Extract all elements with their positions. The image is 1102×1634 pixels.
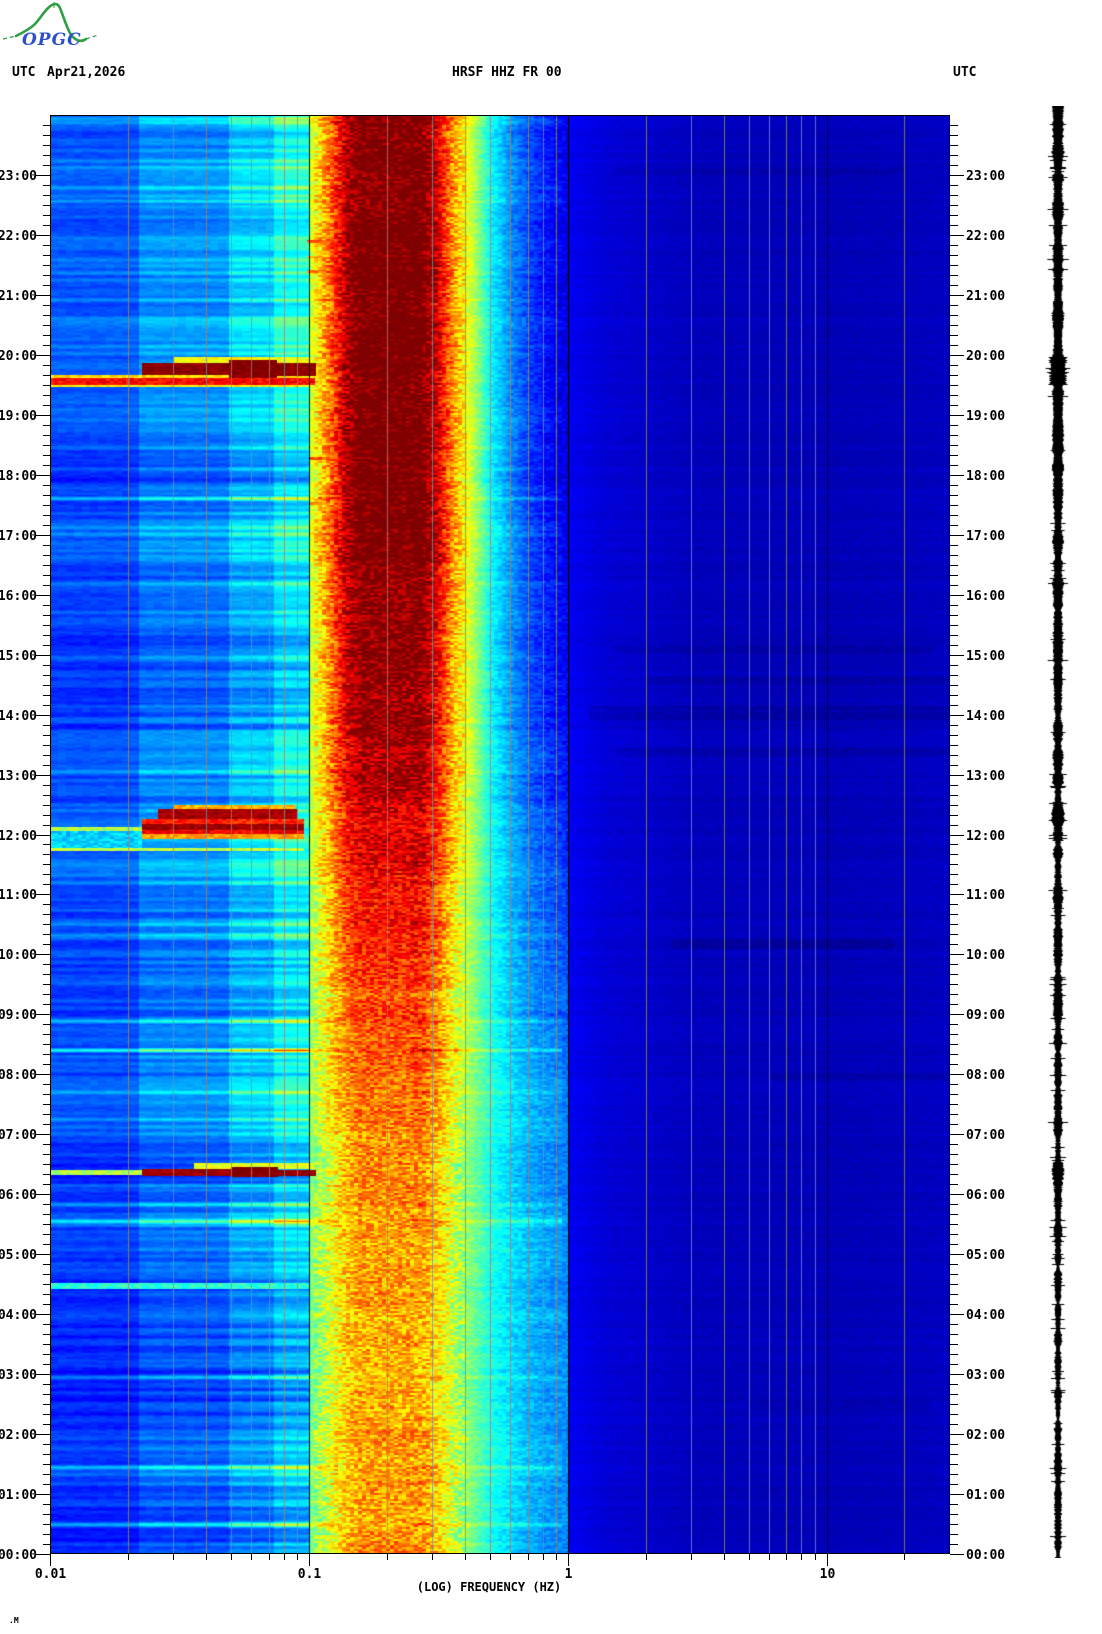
hour-label-right: 16:00	[966, 589, 1005, 604]
hour-label-left: 06:00	[0, 1188, 37, 1203]
hour-label-left: 01:00	[0, 1488, 37, 1503]
hour-label-right: 18:00	[966, 469, 1005, 484]
hour-label-right: 10:00	[966, 948, 1005, 963]
hour-label-right: 20:00	[966, 349, 1005, 364]
hour-label-right: 04:00	[966, 1308, 1005, 1323]
hour-label-left: 22:00	[0, 229, 37, 244]
hour-label-left: 12:00	[0, 829, 37, 844]
spectrogram-heatmap	[50, 115, 950, 1554]
hour-label-left: 11:00	[0, 888, 37, 903]
hour-label-right: 22:00	[966, 229, 1005, 244]
opgc-logo: OPGC	[2, 2, 99, 50]
hour-label-right: 05:00	[966, 1248, 1005, 1263]
opgc-logo-text: OPGC	[22, 30, 82, 50]
hour-label-right: 13:00	[966, 769, 1005, 784]
hour-label-right: 15:00	[966, 649, 1005, 664]
hour-label-left: 19:00	[0, 409, 37, 424]
hour-label-right: 21:00	[966, 289, 1005, 304]
hour-label-left: 23:00	[0, 169, 37, 184]
page: OPGC UTC Apr21,2026 HRSF HHZ FR 00 UTC 0…	[0, 0, 1102, 1634]
hour-label-right: 11:00	[966, 888, 1005, 903]
utc-label-right: UTC	[953, 65, 977, 80]
hour-label-left: 15:00	[0, 649, 37, 664]
hour-label-right: 12:00	[966, 829, 1005, 844]
hour-label-left: 20:00	[0, 349, 37, 364]
logo-dash-left	[2, 35, 17, 40]
utc-label-left: UTC	[12, 65, 36, 80]
hour-label-left: 08:00	[0, 1068, 37, 1083]
hour-label-left: 13:00	[0, 769, 37, 784]
hour-label-left: 05:00	[0, 1248, 37, 1263]
hour-label-right: 19:00	[966, 409, 1005, 424]
hour-label-left: 00:00	[0, 1548, 37, 1563]
x-axis-label: (LOG) FREQUENCY (HZ)	[417, 1580, 562, 1594]
hour-label-left: 14:00	[0, 709, 37, 724]
logo-dash-right	[85, 34, 99, 40]
hour-label-left: 09:00	[0, 1008, 37, 1023]
station-title: HRSF HHZ FR 00	[452, 65, 562, 80]
hour-label-right: 08:00	[966, 1068, 1005, 1083]
hour-label-right: 07:00	[966, 1128, 1005, 1143]
hour-label-left: 18:00	[0, 469, 37, 484]
hour-label-left: 03:00	[0, 1368, 37, 1383]
seismogram-trace	[1040, 106, 1076, 1558]
hour-label-right: 03:00	[966, 1368, 1005, 1383]
x-tick-label: 10	[820, 1567, 836, 1582]
x-tick-label: 0.01	[35, 1567, 66, 1582]
corner-mark: .M	[9, 1616, 19, 1625]
hour-label-left: 21:00	[0, 289, 37, 304]
hour-label-right: 02:00	[966, 1428, 1005, 1443]
hour-label-right: 23:00	[966, 169, 1005, 184]
hour-label-left: 16:00	[0, 589, 37, 604]
hour-label-left: 07:00	[0, 1128, 37, 1143]
hour-label-right: 06:00	[966, 1188, 1005, 1203]
hour-label-right: 17:00	[966, 529, 1005, 544]
x-tick-label: 1	[565, 1567, 573, 1582]
hour-label-right: 01:00	[966, 1488, 1005, 1503]
hour-label-right: 09:00	[966, 1008, 1005, 1023]
hour-label-left: 04:00	[0, 1308, 37, 1323]
date-label: Apr21,2026	[47, 65, 126, 80]
hour-label-right: 14:00	[966, 709, 1005, 724]
hour-label-left: 17:00	[0, 529, 37, 544]
x-tick-label: 0.1	[298, 1567, 322, 1582]
hour-label-left: 02:00	[0, 1428, 37, 1443]
hour-label-right: 00:00	[966, 1548, 1005, 1563]
hour-label-left: 10:00	[0, 948, 37, 963]
